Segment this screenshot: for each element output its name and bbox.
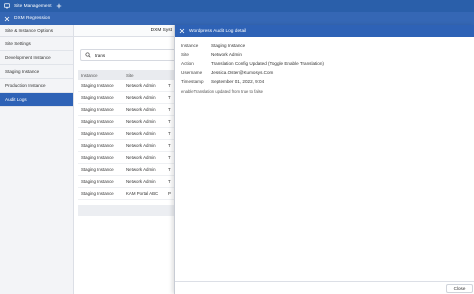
search-input[interactable]: trans [80, 49, 174, 61]
detail-row-instance: Instance Staging Instance [181, 41, 471, 50]
cell-instance: Staging Instance [81, 95, 114, 100]
cell-instance: Staging Instance [81, 107, 114, 112]
sidebar-header: Site & Instance Options [0, 25, 73, 37]
sidebar: Site & Instance Options Site Settings De… [0, 25, 74, 294]
cell-site: Network Admin [126, 83, 156, 88]
cell-instance: Staging Instance [81, 167, 114, 172]
detail-label: Action [181, 61, 194, 66]
cell-instance: Staging Instance [81, 131, 114, 136]
table-row[interactable]: Staging Instance Network Admin T [78, 80, 174, 92]
detail-label: Site [181, 52, 189, 57]
table-row[interactable]: Staging Instance Network Admin T [78, 152, 174, 164]
monitor-icon [4, 3, 10, 9]
detail-value: Staging Instance [211, 43, 246, 48]
table-row[interactable]: Staging Instance Network Admin T [78, 92, 174, 104]
cell-site: Network Admin [126, 119, 156, 124]
cell-instance: Staging Instance [81, 83, 114, 88]
drawer-header: Wordpress Audit Log detail [175, 25, 474, 37]
close-icon[interactable] [179, 28, 185, 34]
cell-site: Network Admin [126, 95, 156, 100]
cell-site: Network Admin [126, 107, 156, 112]
cell-instance: Staging Instance [81, 191, 114, 196]
table-row[interactable]: Staging Instance Network Admin T [78, 104, 174, 116]
table-row[interactable]: Staging Instance Network Admin T [78, 140, 174, 152]
detail-row-site: Site Network Admin [181, 50, 471, 59]
sidebar-item-production-instance[interactable]: Production Instance [0, 79, 73, 93]
site-header: DXM Regression [0, 12, 474, 25]
cell-site: Network Admin [126, 179, 156, 184]
detail-label: Timestamp [181, 79, 204, 84]
detail-value: Translation Config Updated (Toggle Enabl… [211, 61, 324, 66]
app-title: Site Management [14, 3, 52, 9]
table-row[interactable]: Staging Instance KAM Portal ABC P [78, 188, 174, 200]
table-footer [78, 205, 174, 216]
search-icon [85, 52, 91, 58]
main-panel: DXM Syst trans Instance Site Staging Ins… [74, 25, 174, 294]
app-header: Site Management [0, 0, 474, 12]
cell-instance: Staging Instance [81, 179, 114, 184]
detail-label: Instance [181, 43, 199, 48]
search-value: trans [95, 52, 106, 58]
table-header: Instance Site [78, 70, 174, 80]
detail-row-username: Username Jessica.Oster@Kumosys.Com [181, 68, 471, 77]
column-header-instance[interactable]: Instance [78, 73, 124, 78]
cell-instance: Staging Instance [81, 143, 114, 148]
detail-row-timestamp: Timestamp September 01, 2022, 9:04 [181, 77, 471, 86]
sidebar-item-staging-instance[interactable]: Staging Instance [0, 65, 73, 79]
close-icon[interactable] [4, 16, 10, 22]
table-row[interactable]: Staging Instance Network Admin T [78, 128, 174, 140]
cell-site: KAM Portal ABC [126, 191, 159, 196]
detail-value: September 01, 2022, 9:04 [211, 79, 265, 84]
detail-value: Jessica.Oster@Kumosys.Com [211, 70, 274, 75]
table-row[interactable]: Staging Instance Network Admin T [78, 164, 174, 176]
cell-site: Network Admin [126, 155, 156, 160]
main-header: DXM Syst [74, 25, 174, 37]
cell-site: Network Admin [126, 143, 156, 148]
audit-log-detail-drawer: Wordpress Audit Log detail Instance Stag… [174, 25, 474, 294]
table-row[interactable]: Staging Instance Network Admin T [78, 116, 174, 128]
detail-row-action: Action Translation Config Updated (Toggl… [181, 59, 471, 68]
cell-site: Network Admin [126, 167, 156, 172]
detail-value: Network Admin [211, 52, 242, 57]
sidebar-item-audit-logs[interactable]: Audit Logs [0, 93, 73, 107]
drawer-title: Wordpress Audit Log detail [189, 28, 247, 34]
plus-icon[interactable] [56, 3, 62, 9]
table-row[interactable]: Staging Instance Network Admin T [78, 176, 174, 188]
cell-instance: Staging Instance [81, 119, 114, 124]
sidebar-item-development-instance[interactable]: Development Instance [0, 51, 73, 65]
sidebar-item-site-settings[interactable]: Site Settings [0, 37, 73, 51]
detail-list: Instance Staging Instance Site Network A… [181, 41, 471, 94]
drawer-footer: Close [175, 281, 474, 294]
column-header-site[interactable]: Site [124, 73, 168, 78]
cell-instance: Staging Instance [81, 155, 114, 160]
detail-label: Username [181, 70, 203, 75]
change-note: enableTranslation updated from true to f… [181, 89, 264, 94]
close-button[interactable]: Close [446, 284, 473, 293]
site-title: DXM Regression [14, 16, 51, 21]
cell-site: Network Admin [126, 131, 156, 136]
